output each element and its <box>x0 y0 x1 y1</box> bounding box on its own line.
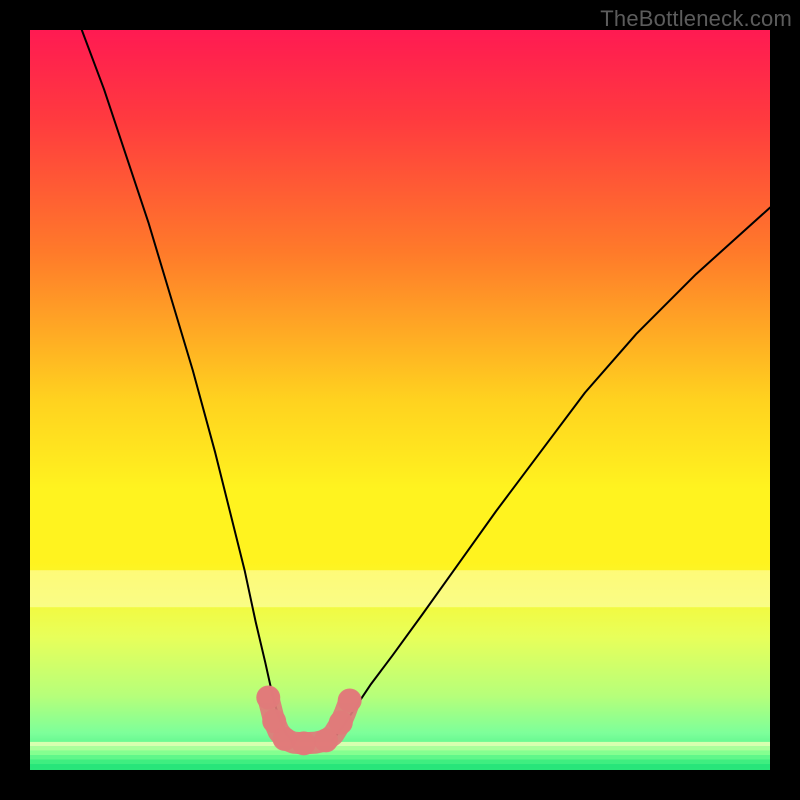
plot-area <box>30 30 770 770</box>
chart-svg <box>30 30 770 770</box>
chart-frame: TheBottleneck.com <box>0 0 800 800</box>
watermark-text: TheBottleneck.com <box>600 6 792 32</box>
